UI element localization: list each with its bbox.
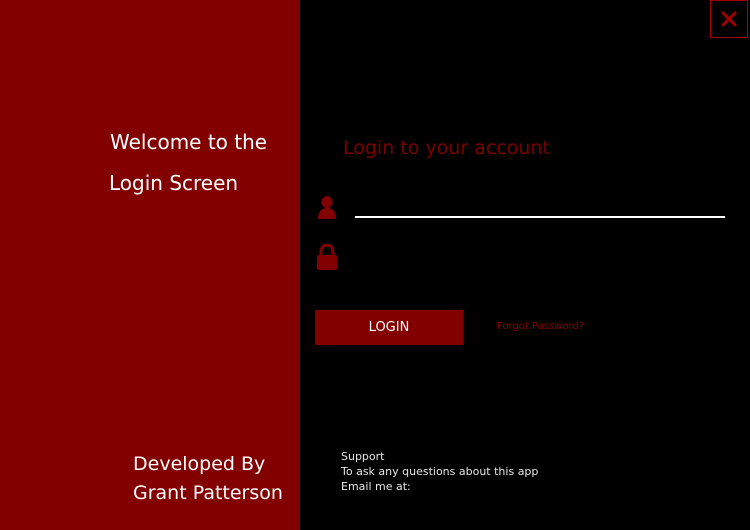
welcome-heading: Welcome to the Login Screen	[109, 122, 268, 204]
developer-credit: Developed By Grant Patterson	[133, 450, 283, 508]
close-icon	[721, 11, 737, 27]
user-icon	[318, 196, 336, 219]
support-description: To ask any questions about this app	[341, 465, 539, 478]
developer-line-1: Developed By	[133, 453, 266, 475]
login-title: Login to your account	[343, 137, 550, 159]
password-input[interactable]	[355, 246, 725, 268]
welcome-line-2: Login Screen	[109, 171, 239, 195]
support-email-label: Email me at:	[341, 480, 411, 493]
login-button[interactable]: LOGIN	[315, 310, 463, 345]
support-info: Support To ask any questions about this …	[341, 449, 538, 494]
developer-line-2: Grant Patterson	[133, 482, 283, 504]
welcome-line-1: Welcome to the	[110, 130, 268, 154]
lock-icon	[317, 244, 337, 270]
username-input[interactable]	[355, 196, 725, 218]
support-heading: Support	[341, 450, 385, 463]
forgot-password-link[interactable]: Forgot Password?	[497, 321, 584, 332]
close-button[interactable]	[710, 0, 748, 38]
